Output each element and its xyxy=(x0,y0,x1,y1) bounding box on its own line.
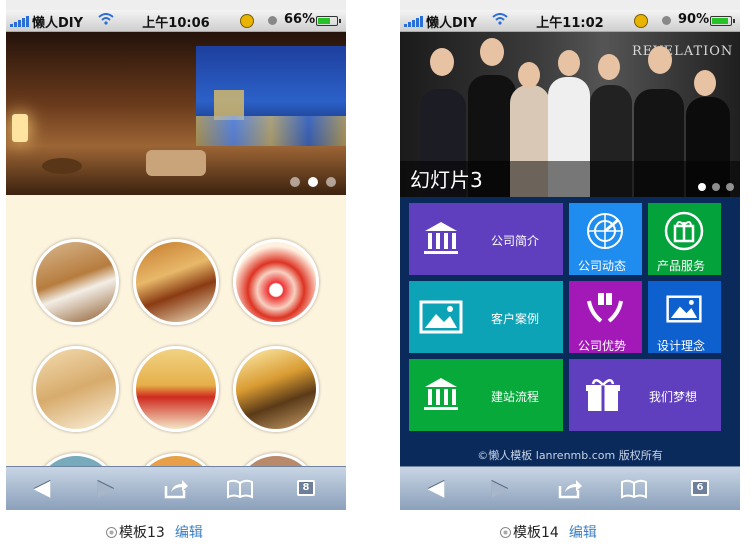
template-14-preview: 懒人DIY 上午11:02 90% REVELATION 幻灯片3 公司简介 公… xyxy=(400,0,740,510)
browser-toolbar: ◀ ▶ 6 xyxy=(400,466,740,510)
gift-icon xyxy=(586,379,620,411)
person-head xyxy=(430,48,454,76)
hands-gift-icon xyxy=(587,293,623,323)
location-icon xyxy=(240,14,254,28)
gallery-item-lobby[interactable] xyxy=(233,346,319,432)
picture-icon xyxy=(666,295,702,323)
gallery-item-room[interactable] xyxy=(33,239,119,325)
share-icon[interactable] xyxy=(156,473,196,505)
tile-label: 建站流程 xyxy=(491,390,540,404)
gallery-item-bedroom[interactable] xyxy=(133,239,219,325)
city-night-view xyxy=(196,46,346,146)
slider-dot[interactable] xyxy=(326,177,336,187)
slider-dot-active[interactable] xyxy=(698,183,706,191)
edit-link[interactable]: 编辑 xyxy=(569,525,597,541)
sync-icon xyxy=(662,16,671,25)
browser-toolbar: ◀ ▶ 8 xyxy=(6,466,346,510)
slide-caption: 幻灯片3 xyxy=(410,168,483,192)
slider-dots[interactable] xyxy=(290,177,336,187)
tile-label: 公司优势 xyxy=(578,339,627,353)
back-arrow-icon[interactable]: ◀ xyxy=(22,473,62,505)
tile-label: 公司简介 xyxy=(491,234,540,248)
tile-advantages[interactable]: 公司优势 xyxy=(569,281,642,353)
template-name: 模板13 xyxy=(119,525,165,541)
tile-products[interactable]: 产品服务 xyxy=(648,203,721,275)
gallery-item-banquet[interactable] xyxy=(233,239,319,325)
tile-label: 产品服务 xyxy=(657,259,706,273)
template-13-caption: 模板13 编辑 xyxy=(106,522,203,542)
back-arrow-icon[interactable]: ◀ xyxy=(416,473,456,505)
pages-icon[interactable]: 8 xyxy=(288,473,328,505)
template-name: 模板14 xyxy=(513,525,559,541)
bookmarks-icon[interactable] xyxy=(614,473,654,505)
person-head xyxy=(558,50,580,76)
sync-icon xyxy=(268,16,277,25)
battery-percent: 90% xyxy=(678,12,710,27)
tile-client-cases[interactable]: 客户案例 xyxy=(409,281,563,353)
person-head xyxy=(598,54,620,80)
slider-dots[interactable] xyxy=(698,183,734,191)
bank-icon xyxy=(424,378,458,410)
tile-company-intro[interactable]: 公司简介 xyxy=(409,203,563,275)
open-pages-count: 6 xyxy=(691,480,709,496)
slider-dot[interactable] xyxy=(712,183,720,191)
share-icon[interactable] xyxy=(550,473,590,505)
slider-dot[interactable] xyxy=(290,177,300,187)
tile-our-dream[interactable]: 我们梦想 xyxy=(569,359,721,431)
coffee-table xyxy=(42,158,82,174)
tile-design-concept[interactable]: 设计理念 xyxy=(648,281,721,353)
battery-icon xyxy=(710,16,735,26)
person-head xyxy=(480,38,504,66)
select-radio[interactable] xyxy=(106,527,117,538)
gallery-item-lounge[interactable] xyxy=(133,346,219,432)
photo-gallery xyxy=(6,195,346,510)
battery-icon xyxy=(316,16,341,26)
radar-icon xyxy=(587,213,623,249)
status-bar: 懒人DIY 上午11:02 90% xyxy=(400,10,740,32)
tile-label: 客户案例 xyxy=(491,312,540,326)
select-radio[interactable] xyxy=(500,527,511,538)
slider-dot[interactable] xyxy=(726,183,734,191)
bank-icon xyxy=(424,222,458,254)
template-14-caption: 模板14 编辑 xyxy=(500,522,597,542)
armchair xyxy=(146,150,206,176)
tile-label: 设计理念 xyxy=(657,339,706,353)
battery-percent: 66% xyxy=(284,12,316,27)
event-hero-slide[interactable]: REVELATION 幻灯片3 xyxy=(400,32,740,197)
bookmarks-icon[interactable] xyxy=(220,473,260,505)
person-head xyxy=(518,62,540,88)
picture-icon xyxy=(419,300,463,334)
forward-arrow-icon[interactable]: ▶ xyxy=(86,473,126,505)
forward-arrow-icon[interactable]: ▶ xyxy=(480,473,520,505)
lamp xyxy=(12,114,28,142)
person-head xyxy=(648,46,672,74)
slider-dot-active[interactable] xyxy=(308,177,318,187)
tile-company-news[interactable]: 公司动态 xyxy=(569,203,642,275)
location-icon xyxy=(634,14,648,28)
tile-label: 我们梦想 xyxy=(649,390,698,404)
hotel-hero-slide[interactable] xyxy=(6,32,346,195)
gift-icon xyxy=(664,211,704,251)
gallery-item-bathroom[interactable] xyxy=(33,346,119,432)
metro-menu: 公司简介 公司动态 产品服务 客户案例 公司优势 设计理念 建站流程 我们梦想 … xyxy=(400,197,740,466)
template-13-preview: 懒人DIY 上午10:06 66% ◀ ▶ 8 xyxy=(6,0,346,510)
pages-icon[interactable]: 6 xyxy=(682,473,722,505)
status-bar: 懒人DIY 上午10:06 66% xyxy=(6,10,346,32)
edit-link[interactable]: 编辑 xyxy=(175,525,203,541)
tile-build-process[interactable]: 建站流程 xyxy=(409,359,563,431)
person-head xyxy=(694,70,716,96)
open-pages-count: 8 xyxy=(297,480,315,496)
tile-label: 公司动态 xyxy=(578,259,627,273)
slide-caption-bar: 幻灯片3 xyxy=(400,161,740,197)
copyright-footer: ©懒人模板 lanrenmb.com 版权所有 xyxy=(477,449,663,462)
